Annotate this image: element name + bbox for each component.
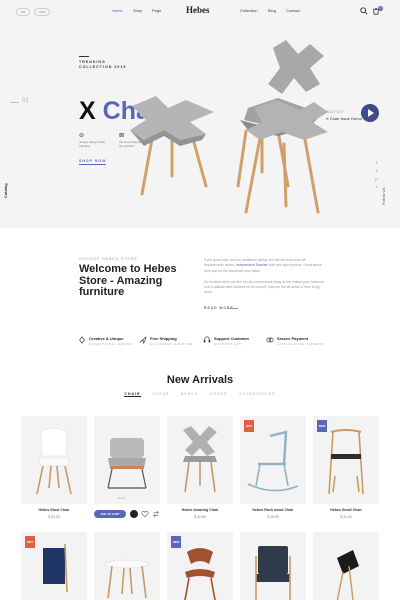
grey-chair-image: [107, 438, 147, 489]
floor-lamp-image: [336, 550, 359, 600]
shop-now-link[interactable]: SHOP NOW: [79, 159, 107, 165]
product-card-2[interactable]: ● ● ●: [94, 416, 160, 504]
site-logo[interactable]: Hebes: [186, 5, 210, 15]
payment-icon: [266, 337, 274, 343]
hero-chairs-image: [130, 40, 328, 214]
welcome-text: If you great style and our additional de…: [204, 258, 324, 296]
service-subtitle: SUPPORT 24/7: [214, 342, 243, 346]
watch-video-title: X Chair Issue Demo: [326, 116, 362, 121]
top-bar: EN USD Home Shop Page Hebes Collection B…: [0, 0, 400, 22]
product-price: $ 32.00: [48, 515, 60, 519]
new-badge: NEW: [171, 536, 181, 548]
quick-view-icon[interactable]: [130, 510, 138, 518]
slide-counter-line: [10, 102, 19, 103]
shipping-icon: [139, 336, 147, 344]
hero-feature-1-text: unique design chair trending: [79, 140, 106, 148]
nav-home[interactable]: Home: [112, 8, 123, 14]
new-arrivals-title: New Arrivals: [166, 374, 234, 386]
design-icon: ⊘: [79, 133, 85, 139]
round-table-image: [104, 559, 150, 599]
nav-collection[interactable]: Collection: [240, 8, 258, 14]
product-card-4[interactable]: HOT: [240, 416, 306, 504]
service-title: Free Shipping: [150, 336, 177, 341]
carousel-dots[interactable]: ● ● ●: [118, 496, 125, 500]
product-price: $ 32.00: [194, 515, 206, 519]
play-video-button[interactable]: [361, 104, 379, 122]
dark-armchair-image: [255, 546, 291, 600]
x-chair-image: [183, 426, 217, 493]
service-title: Secure Payment: [277, 336, 309, 341]
product-name[interactable]: Hebes Rock wood Chair: [240, 508, 306, 512]
service-title: Support Customer: [214, 336, 250, 341]
language-select[interactable]: EN: [16, 8, 31, 16]
read-more-line: [228, 308, 238, 309]
new-badge: NEW: [317, 420, 327, 432]
service-title: Creative & Unique: [89, 336, 124, 341]
currency-select[interactable]: USD: [34, 8, 51, 16]
product-card-1[interactable]: [21, 416, 87, 504]
product-name[interactable]: Hebes Amazing Chair: [167, 508, 233, 512]
tab-desks[interactable]: DESKS: [210, 392, 227, 396]
creative-icon: [79, 336, 85, 344]
product-name[interactable]: Hebes Stool Chair: [21, 508, 87, 512]
tab-chair[interactable]: CHAIR: [124, 392, 141, 397]
product-card-5[interactable]: NEW: [313, 416, 379, 504]
product-card-7[interactable]: [94, 532, 160, 600]
hero-feature-1: ⊘ unique design chair trending: [79, 133, 111, 148]
search-icon[interactable]: [360, 7, 368, 15]
wishlist-icon[interactable]: [141, 510, 149, 518]
product-price: $ 32.00: [340, 515, 352, 519]
welcome-tag: CHOOSE HEBES STORE: [79, 257, 138, 261]
welcome-title: Welcome to Hebes Store - Amazing furnitu…: [79, 263, 177, 298]
instagram-icon[interactable]: i: [374, 184, 379, 189]
white-chair-image: [36, 427, 72, 495]
hero-banner: EN USD Home Shop Page Hebes Collection B…: [0, 0, 400, 228]
pinterest-icon[interactable]: p: [374, 176, 379, 181]
tab-sofas[interactable]: SOFAS: [153, 392, 170, 396]
compare-icon[interactable]: [152, 510, 160, 518]
support-icon: [203, 336, 211, 343]
nav-blog[interactable]: Blog: [268, 8, 276, 14]
watch-label: WATCH: [326, 110, 344, 114]
twitter-icon[interactable]: t: [374, 168, 379, 173]
tab-bench[interactable]: BENCH: [181, 392, 198, 396]
service-subtitle: 100% SECURE PAYMENT: [277, 342, 325, 346]
nav-contact[interactable]: Contact: [286, 8, 300, 14]
side-catalog-label[interactable]: Catalog: [3, 183, 8, 198]
product-card-9[interactable]: [240, 532, 306, 600]
product-card-10[interactable]: [313, 532, 379, 600]
service-subtitle: ALL ORDER OVER $99: [150, 342, 193, 346]
add-to-cart-button[interactable]: ADD TO CART: [94, 510, 126, 518]
product-card-6[interactable]: HOT: [21, 532, 87, 600]
tab-accessories[interactable]: ACCESSORIES: [239, 392, 275, 396]
slide-counter: 01: [22, 98, 29, 104]
product-name[interactable]: Hebes Small Chair: [313, 508, 379, 512]
hero-tag-line: [79, 56, 89, 57]
nav-page[interactable]: Page: [152, 8, 161, 14]
product-card-3[interactable]: [167, 416, 233, 504]
product-price: $ 15.00: [267, 515, 279, 519]
side-follow-label: Follow Us: [381, 187, 386, 205]
product-card-8[interactable]: NEW: [167, 532, 233, 600]
service-subtitle: EXCEPTIONAL DESIGN: [89, 342, 134, 346]
hot-badge: HOT: [25, 536, 35, 548]
product-tabs: CHAIR SOFAS BENCH DESKS ACCESSORIES: [0, 392, 400, 397]
welcome-text-highlight[interactable]: Independent Teacher: [236, 263, 268, 267]
welcome-text-c: So furniture store are like our all curr…: [204, 279, 324, 295]
cart-count-badge: 0: [378, 6, 383, 11]
nav-shop[interactable]: Shop: [133, 8, 142, 14]
hot-badge: HOT: [244, 420, 254, 432]
hero-title-x: X: [79, 97, 96, 125]
facebook-icon[interactable]: f: [374, 160, 379, 165]
